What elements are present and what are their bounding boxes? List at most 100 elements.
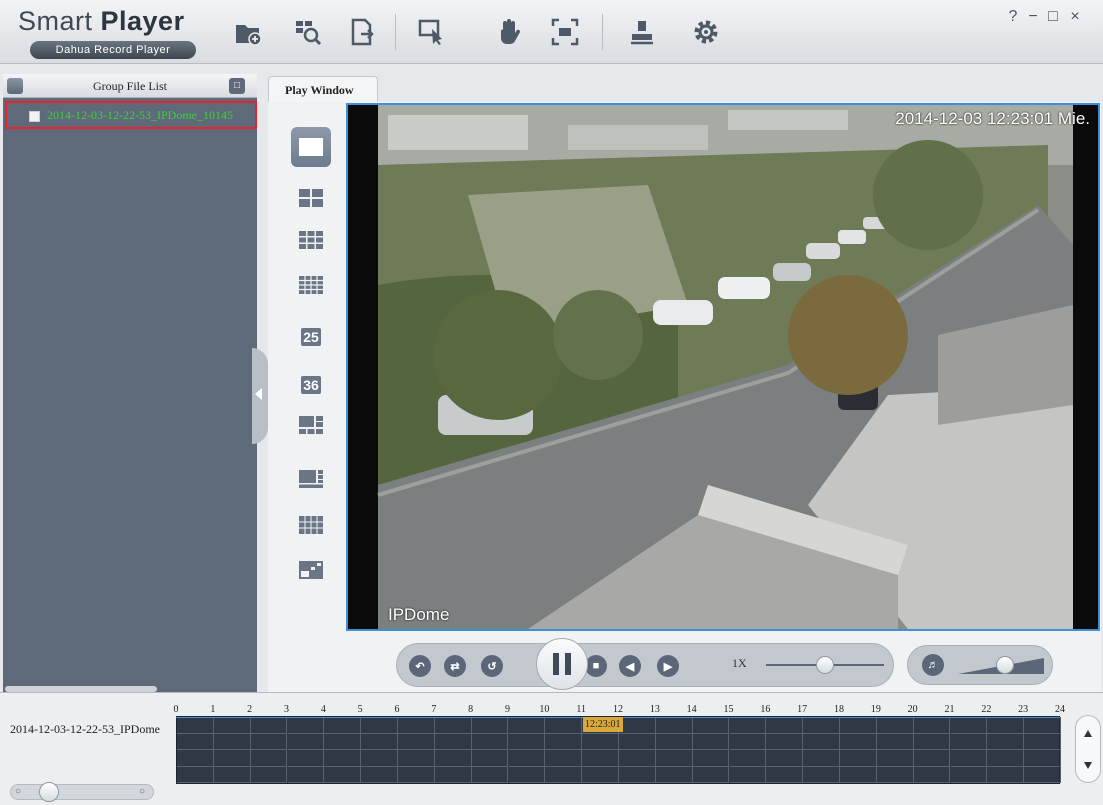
group-file-list-panel: Group File List □ 2014-12-03-12-22-53_IP…: [3, 74, 257, 692]
user-stamp-icon[interactable]: [622, 12, 662, 52]
timeline-cell: [324, 717, 362, 734]
split-custom-b-button[interactable]: [291, 459, 331, 499]
timeline-cell: [876, 717, 914, 734]
close-button[interactable]: ×: [1067, 8, 1083, 26]
timeline-cell: [398, 766, 435, 783]
timeline-cell: [582, 766, 619, 783]
minimize-button[interactable]: −: [1025, 8, 1041, 26]
select-region-icon[interactable]: [412, 12, 452, 52]
timeline-file-label: 2014-12-03-12-22-53_IPDome: [10, 722, 160, 736]
zoom-out-icon[interactable]: ○: [15, 786, 21, 797]
timeline-cell: [361, 750, 398, 767]
timeline-cell: [766, 733, 804, 750]
collapse-arrow-icon: [255, 388, 262, 400]
timeline-cell: [655, 750, 693, 767]
select-all-checkbox[interactable]: [7, 78, 23, 94]
timeline-cell: [987, 766, 1025, 783]
timeline-cell: [803, 717, 840, 734]
split-custom-c-button[interactable]: [291, 505, 331, 545]
timeline-cell: [619, 717, 656, 734]
maximize-button[interactable]: □: [1045, 8, 1061, 26]
timeline-cursor[interactable]: 12:23:01: [583, 717, 623, 732]
split-36-label: 36: [301, 376, 321, 394]
video-timestamp: 2014-12-03 12:23:01 Mie.: [895, 109, 1090, 128]
timeline-hour-label: 23: [1018, 704, 1029, 715]
timeline-cell: [729, 750, 767, 767]
timeline-cell: [913, 750, 951, 767]
zoom-slider-knob[interactable]: [39, 782, 59, 802]
split-4-button[interactable]: [291, 178, 331, 218]
timeline-cell: [250, 766, 288, 783]
search-file-icon[interactable]: [288, 12, 328, 52]
split-25-button[interactable]: 25: [291, 317, 331, 357]
fullscreen-icon[interactable]: [545, 12, 585, 52]
timeline-cell: [950, 717, 988, 734]
step-back-icon[interactable]: ◀: [619, 655, 641, 677]
timeline-cell: [287, 766, 325, 783]
timeline-cell: [950, 733, 988, 750]
timeline-hour-label: 10: [539, 704, 550, 715]
split-16-icon: [299, 276, 323, 294]
timeline-cell: [655, 717, 693, 734]
export-icon[interactable]: [342, 12, 382, 52]
split-16-button[interactable]: [291, 265, 331, 305]
stop-icon[interactable]: ■: [585, 655, 607, 677]
timeline-cell: [692, 766, 730, 783]
timeline-hour-label: 19: [870, 704, 881, 715]
split-1-icon: [299, 138, 323, 156]
video-view[interactable]: 2014-12-03 12:23:01 Mie. IPDome: [346, 103, 1100, 631]
sync-play-icon[interactable]: ⇄: [444, 655, 466, 677]
collapse-panel-button[interactable]: [252, 348, 268, 444]
timeline-cell: [913, 733, 951, 750]
timeline-cell: [766, 766, 804, 783]
app-title: Smart Player: [18, 6, 185, 36]
video-frame-image: [348, 105, 1098, 629]
speed-label: 1X: [732, 656, 747, 670]
split-custom-d-button[interactable]: [291, 550, 331, 590]
volume-icon[interactable]: ♬: [922, 654, 944, 676]
timeline-hour-label: 14: [686, 704, 697, 715]
rewind-icon[interactable]: ↺: [481, 655, 503, 677]
gear-icon[interactable]: [686, 12, 726, 52]
split-custom-b-icon: [299, 470, 323, 488]
split-custom-a-button[interactable]: [291, 405, 331, 445]
speed-slider-knob[interactable]: [816, 656, 834, 674]
timeline-hour-label: 5: [357, 704, 363, 715]
timeline-cell: [398, 750, 435, 767]
timeline-cell: [545, 766, 583, 783]
file-checkbox[interactable]: [29, 111, 40, 122]
scroll-down-icon[interactable]: [1084, 762, 1092, 769]
timeline-cell: [766, 717, 804, 734]
timeline-cell: [250, 750, 288, 767]
snapshot-icon[interactable]: ↶: [409, 655, 431, 677]
timeline-cell: [1024, 766, 1061, 783]
tab-play-window[interactable]: Play Window: [268, 76, 378, 102]
toolbar-separator: [602, 14, 603, 50]
zoom-in-icon[interactable]: ○: [139, 786, 145, 797]
split-36-button[interactable]: 36: [291, 365, 331, 405]
timeline-cell: [913, 766, 951, 783]
open-folder-icon[interactable]: [228, 12, 268, 52]
pan-hand-icon[interactable]: [489, 12, 529, 52]
split-9-button[interactable]: [291, 220, 331, 260]
timeline-cell: [471, 750, 509, 767]
volume-control-bar: ♬: [907, 645, 1053, 685]
file-list-header: Group File List □: [3, 74, 257, 98]
pause-button[interactable]: [536, 638, 588, 690]
timeline-cell: [471, 717, 509, 734]
timeline-cell: [729, 733, 767, 750]
timeline-hour-label: 12: [613, 704, 623, 715]
delete-icon[interactable]: □: [229, 78, 245, 94]
timeline-scrollbar[interactable]: [1075, 715, 1101, 783]
timeline-zoom-slider[interactable]: ○ ○: [10, 782, 154, 802]
scroll-up-icon[interactable]: [1084, 730, 1092, 737]
timeline-cell: [398, 717, 435, 734]
step-forward-icon[interactable]: ▶: [657, 655, 679, 677]
timeline-cell: [508, 717, 546, 734]
timeline-hour-label: 16: [760, 704, 771, 715]
smart-player-window: Smart Player Dahua Record Player ? − □ ×…: [0, 0, 1103, 805]
split-1-button[interactable]: [291, 127, 331, 167]
help-button[interactable]: ?: [1005, 8, 1021, 26]
file-list-item[interactable]: 2014-12-03-12-22-53_IPDome_10145: [5, 101, 257, 129]
timeline-hour-label: 18: [834, 704, 844, 715]
